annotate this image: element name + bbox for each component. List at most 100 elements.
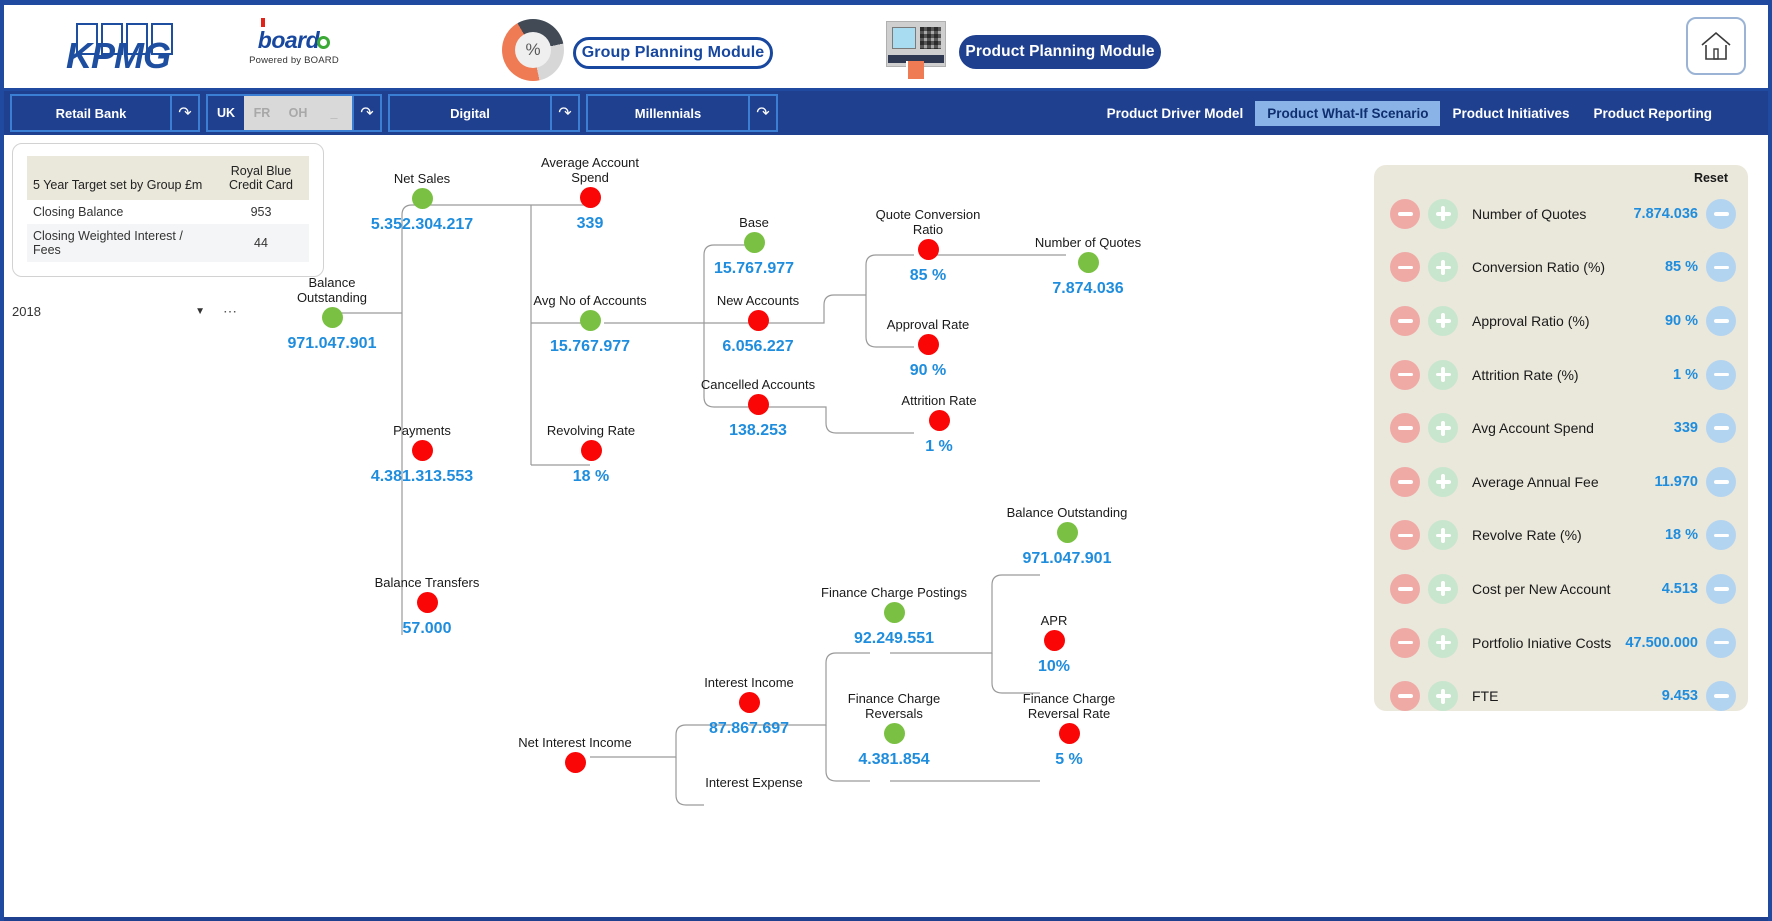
node-value: 10% — [1037, 658, 1071, 675]
tree-node-attrition-rate[interactable]: Attrition Rate 1 % — [884, 393, 994, 456]
reset-circle-icon[interactable] — [1706, 466, 1736, 497]
tab-product-reporting[interactable]: Product Reporting — [1582, 101, 1725, 126]
home-icon[interactable] — [1686, 17, 1746, 75]
entity-selector[interactable]: Retail Bank ↷ — [10, 94, 200, 132]
tree-node-new-accounts[interactable]: New Accounts 6.056.227 — [704, 293, 812, 356]
reset-circle-icon[interactable] — [1706, 520, 1736, 551]
channel-refresh-icon[interactable]: ↷ — [550, 96, 578, 130]
product-planning-module-button[interactable]: Product Planning Module — [959, 35, 1161, 69]
tree-node-number-of-quotes[interactable]: Number of Quotes 7.874.036 — [1022, 235, 1154, 298]
country-option-oh[interactable]: OH — [280, 96, 316, 130]
tree-node-balance-outstanding-secondary[interactable]: Balance Outstanding 971.047.901 — [992, 505, 1142, 568]
control-row-cost-per-new-account: Cost per New Account 4.513 — [1390, 562, 1736, 616]
minus-circle-icon[interactable] — [1390, 252, 1420, 283]
segment-selector[interactable]: Millennials ↷ — [586, 94, 778, 132]
reset-circle-icon[interactable] — [1706, 252, 1736, 283]
reset-circle-icon[interactable] — [1706, 681, 1736, 712]
plus-circle-icon[interactable] — [1428, 198, 1458, 229]
country-option-blank[interactable]: _ — [316, 96, 352, 130]
segment-refresh-icon[interactable]: ↷ — [748, 96, 776, 130]
segment-value[interactable]: Millennials — [588, 96, 748, 130]
minus-circle-icon[interactable] — [1390, 681, 1420, 712]
node-label: Revolving Rate — [546, 423, 636, 438]
tree-node-quote-conversion-ratio[interactable]: Quote Conversion Ratio 85 % — [870, 207, 986, 285]
reset-all-label[interactable]: Reset — [1390, 171, 1736, 185]
minus-circle-icon[interactable] — [1390, 573, 1420, 604]
tree-node-balance-outstanding[interactable]: Balance Outstanding 971.047.901 — [272, 275, 392, 353]
plus-circle-icon[interactable] — [1428, 681, 1458, 712]
entity-value[interactable]: Retail Bank — [12, 96, 170, 130]
tree-node-finance-charge-reversal-rate[interactable]: Finance Charge Reversal Rate 5 % — [1010, 691, 1128, 769]
tree-node-finance-charge-postings[interactable]: Finance Charge Postings 92.249.551 — [810, 585, 978, 648]
tree-node-base[interactable]: Base 15.767.977 — [704, 215, 804, 278]
app-window: KPMG board Powered by BOARD % Group Plan… — [0, 0, 1772, 921]
control-label: Conversion Ratio (%) — [1472, 259, 1606, 276]
plus-circle-icon[interactable] — [1428, 359, 1458, 390]
minus-circle-icon[interactable] — [1390, 466, 1420, 497]
plus-circle-icon[interactable] — [1428, 252, 1458, 283]
country-option-fr[interactable]: FR — [244, 96, 280, 130]
tree-node-interest-expense[interactable]: Interest Expense — [694, 775, 814, 790]
tab-product-driver-model[interactable]: Product Driver Model — [1095, 101, 1256, 126]
kpmg-logo: KPMG — [66, 23, 236, 77]
node-value: 5 % — [1055, 751, 1083, 768]
group-planning-module-button[interactable]: Group Planning Module — [573, 37, 773, 69]
minus-circle-icon[interactable] — [1390, 198, 1420, 229]
control-label: Approval Ratio (%) — [1472, 312, 1590, 329]
node-value: 87.867.697 — [708, 720, 790, 737]
reset-circle-icon[interactable] — [1706, 573, 1736, 604]
channel-value[interactable]: Digital — [390, 96, 550, 130]
reset-circle-icon[interactable] — [1706, 413, 1736, 444]
tree-node-avg-no-of-accounts[interactable]: Avg No of Accounts 15.767.977 — [530, 293, 650, 356]
plus-circle-icon[interactable] — [1428, 305, 1458, 336]
reset-circle-icon[interactable] — [1706, 359, 1736, 390]
tree-node-net-sales[interactable]: Net Sales 5.352.304.217 — [362, 171, 482, 234]
minus-circle-icon[interactable] — [1390, 359, 1420, 390]
control-row-conversion-ratio: Conversion Ratio (%) 85 % — [1390, 241, 1736, 295]
node-label: Cancelled Accounts — [700, 377, 816, 392]
node-status-dot-green — [321, 307, 343, 328]
tree-node-approval-rate[interactable]: Approval Rate 90 % — [870, 317, 986, 380]
tab-product-initiatives[interactable]: Product Initiatives — [1440, 101, 1581, 126]
country-selector[interactable]: UK FR OH _ ↷ — [206, 94, 382, 132]
node-status-dot-red — [1043, 630, 1065, 651]
node-label: Balance Outstanding — [296, 275, 368, 305]
node-label: Finance Charge Reversals — [847, 691, 941, 721]
channel-selector[interactable]: Digital ↷ — [388, 94, 580, 132]
tree-node-balance-transfers[interactable]: Balance Transfers 57.000 — [362, 575, 492, 638]
tree-node-apr[interactable]: APR 10% — [1012, 613, 1096, 676]
minus-circle-icon[interactable] — [1390, 520, 1420, 551]
plus-circle-icon[interactable] — [1428, 466, 1458, 497]
node-label: New Accounts — [716, 293, 800, 308]
plus-circle-icon[interactable] — [1428, 573, 1458, 604]
tree-node-net-interest-income[interactable]: Net Interest Income — [512, 735, 638, 780]
country-refresh-icon[interactable]: ↷ — [352, 96, 380, 130]
tab-product-what-if-scenario[interactable]: Product What-If Scenario — [1255, 100, 1441, 126]
tree-node-cancelled-accounts[interactable]: Cancelled Accounts 138.253 — [698, 377, 818, 440]
tree-node-average-account-spend[interactable]: Average Account Spend 339 — [534, 155, 646, 233]
control-label: Average Annual Fee — [1472, 473, 1599, 490]
tree-node-finance-charge-reversals[interactable]: Finance Charge Reversals 4.381.854 — [832, 691, 956, 769]
node-label: Balance Outstanding — [1006, 505, 1128, 520]
plus-circle-icon[interactable] — [1428, 413, 1458, 444]
minus-circle-icon[interactable] — [1390, 413, 1420, 444]
plus-circle-icon[interactable] — [1428, 627, 1458, 658]
node-value: 57.000 — [402, 620, 452, 637]
reset-circle-icon[interactable] — [1706, 627, 1736, 658]
minus-circle-icon[interactable] — [1390, 627, 1420, 658]
entity-refresh-icon[interactable]: ↷ — [170, 96, 198, 130]
what-if-control-panel: Reset Number of Quotes 7.874.036 Convers… — [1374, 165, 1748, 712]
node-status-dot-red — [1058, 723, 1080, 744]
tree-node-interest-income[interactable]: Interest Income 87.867.697 — [690, 675, 808, 738]
minus-circle-icon[interactable] — [1390, 305, 1420, 336]
tree-node-revolving-rate[interactable]: Revolving Rate 18 % — [534, 423, 648, 486]
node-status-dot-red — [411, 440, 433, 461]
plus-circle-icon[interactable] — [1428, 520, 1458, 551]
reset-circle-icon[interactable] — [1706, 305, 1736, 336]
board-logo-dot-icon — [260, 18, 265, 27]
node-label: Approval Rate — [886, 317, 970, 332]
country-option-uk[interactable]: UK — [208, 96, 244, 130]
reset-circle-icon[interactable] — [1706, 198, 1736, 229]
tree-node-payments[interactable]: Payments 4.381.313.553 — [362, 423, 482, 486]
control-value: 4.513 — [1661, 580, 1698, 597]
